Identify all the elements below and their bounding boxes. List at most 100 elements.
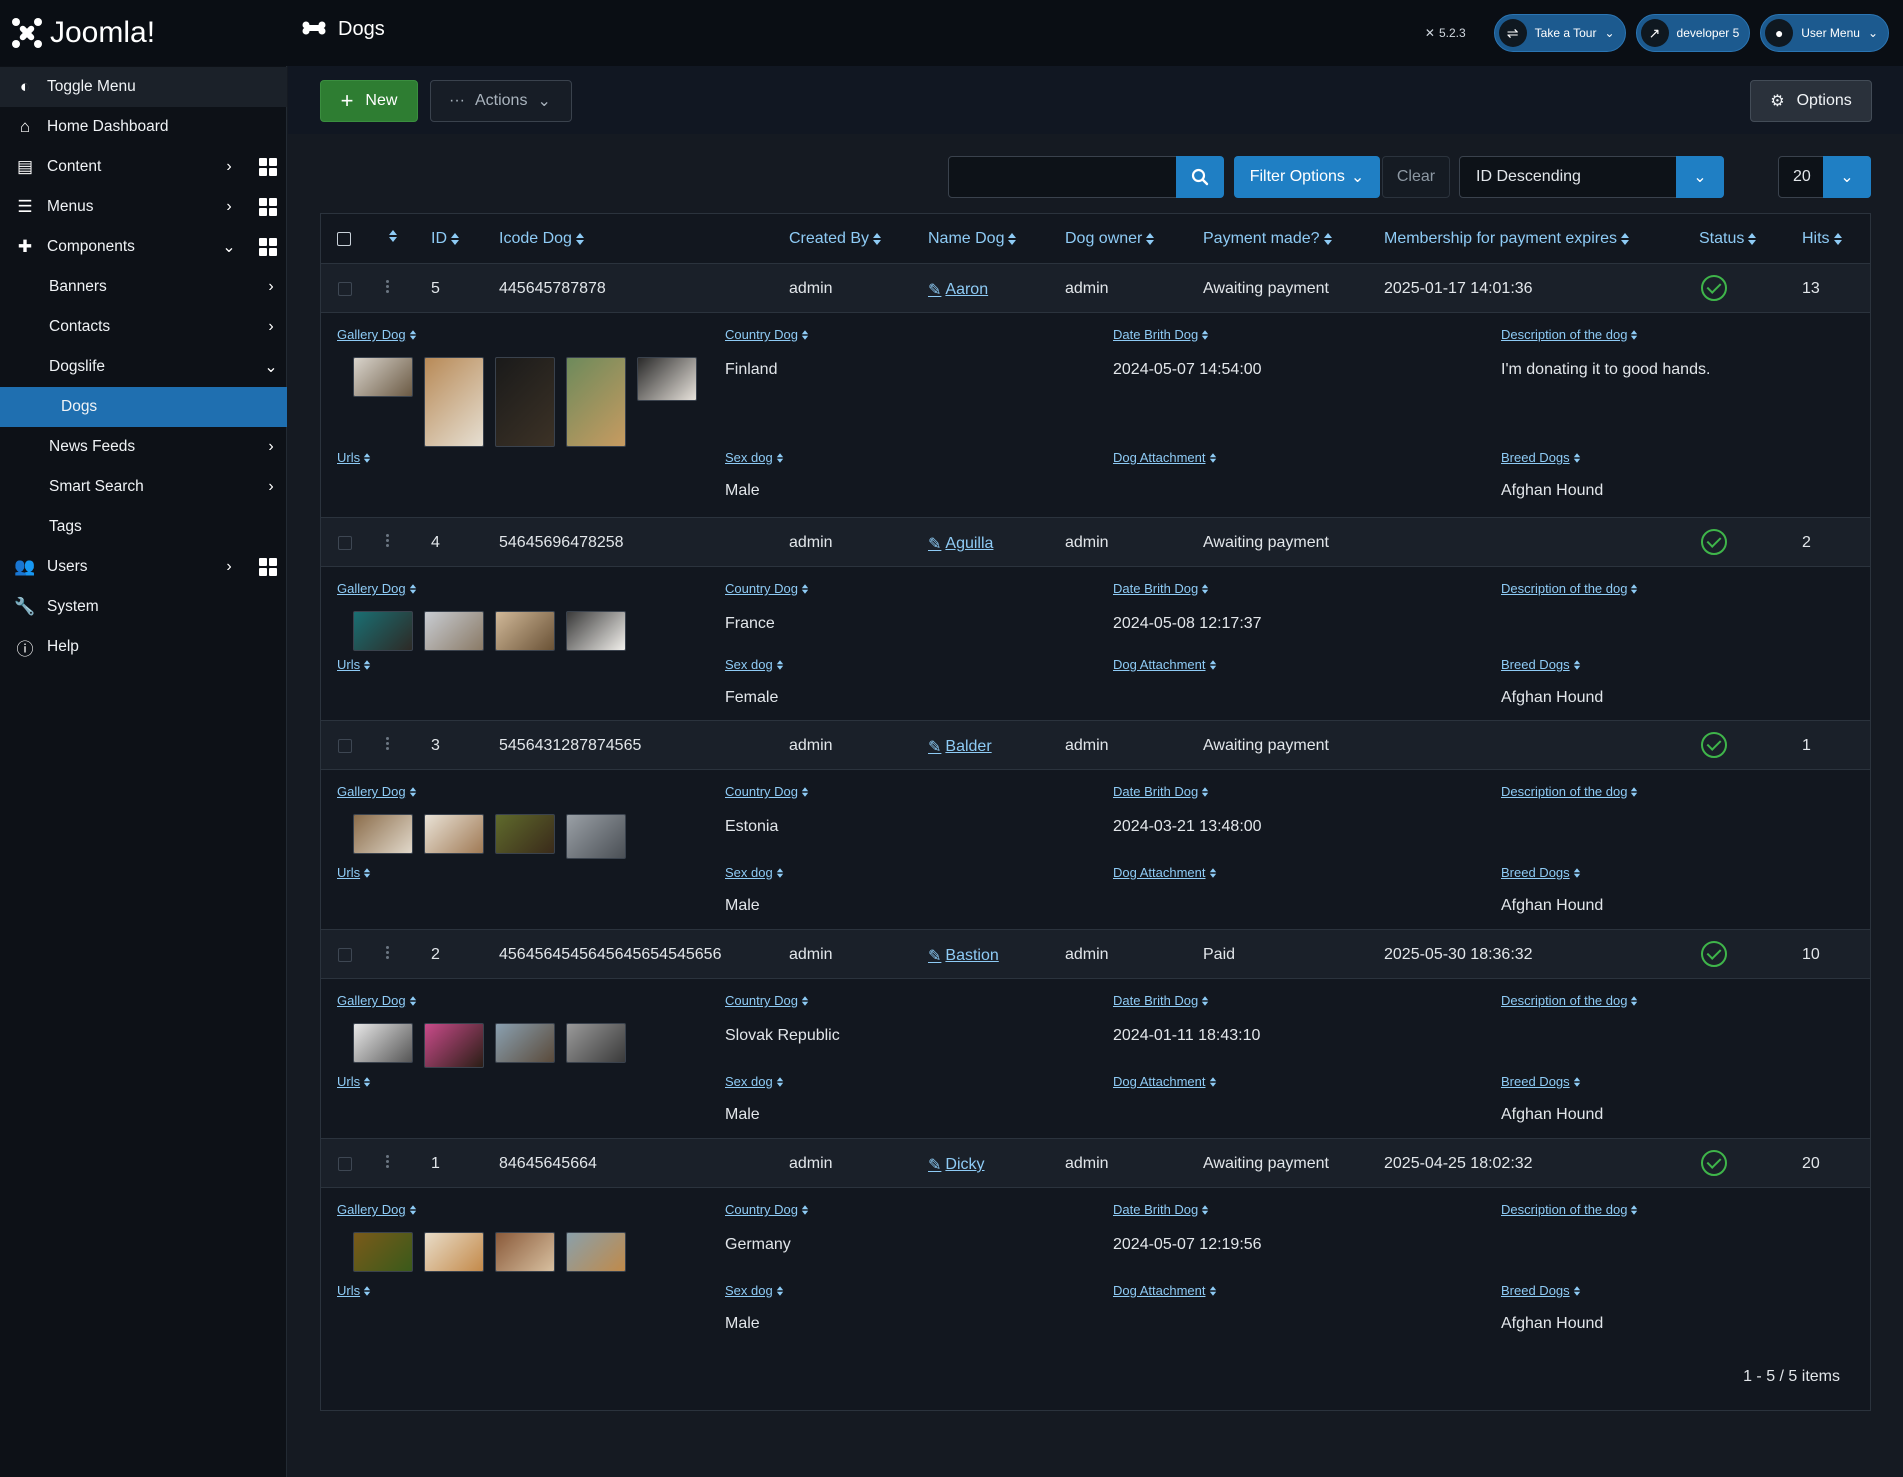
table-row[interactable]: 3 5456431287874565 admin ✎ Balder admin … xyxy=(321,720,1870,770)
sidebar-item-dogslife[interactable]: Dogslife ⌄ xyxy=(0,347,287,387)
header-created-by[interactable]: Created By xyxy=(789,230,882,248)
header-hits[interactable]: Hits xyxy=(1802,230,1842,248)
published-check-icon[interactable] xyxy=(1701,941,1727,967)
sidebar-item-contacts[interactable]: Contacts › xyxy=(0,307,287,347)
new-button[interactable]: + New xyxy=(320,80,418,122)
breed-sort-link[interactable]: Breed Dogs xyxy=(1501,450,1581,465)
gallery-thumbnail[interactable] xyxy=(495,1023,555,1063)
urls-sort-link[interactable]: Urls xyxy=(337,657,371,672)
gallery-sort-link[interactable]: Gallery Dog xyxy=(337,1202,417,1217)
header-name[interactable]: Name Dog xyxy=(928,230,1017,248)
drag-handle-icon[interactable] xyxy=(386,278,392,295)
description-sort-link[interactable]: Description of the dog xyxy=(1501,784,1638,799)
drag-handle-icon[interactable] xyxy=(386,735,392,752)
ordering-select[interactable]: ID Descending ⌄ xyxy=(1459,156,1724,198)
sidebar-item-newsfeeds[interactable]: News Feeds › xyxy=(0,427,287,467)
birth-sort-link[interactable]: Date Brith Dog xyxy=(1113,784,1209,799)
gallery-thumbnail[interactable] xyxy=(495,611,555,651)
gallery-thumbnail[interactable] xyxy=(495,1232,555,1272)
published-check-icon[interactable] xyxy=(1701,529,1727,555)
table-row[interactable]: 4 54645696478258 admin ✎ Aguilla admin A… xyxy=(321,517,1870,567)
gallery-thumbnail[interactable] xyxy=(566,1023,626,1063)
country-sort-link[interactable]: Country Dog xyxy=(725,993,809,1008)
joomla-logo[interactable]: Joomla! xyxy=(10,16,155,50)
actions-button[interactable]: ··· Actions ⌄ xyxy=(430,80,572,122)
sidebar-item-components[interactable]: ✚ Components ⌄ xyxy=(0,227,287,267)
row-checkbox[interactable] xyxy=(338,739,352,753)
sidebar-item-help[interactable]: ⓘ Help xyxy=(0,627,287,667)
gallery-thumbnail[interactable] xyxy=(353,357,413,397)
gallery-thumbnail[interactable] xyxy=(424,1023,484,1068)
row-checkbox[interactable] xyxy=(338,948,352,962)
dog-name-link[interactable]: ✎ Aguilla xyxy=(928,534,993,554)
gallery-sort-link[interactable]: Gallery Dog xyxy=(337,993,417,1008)
header-owner[interactable]: Dog owner xyxy=(1065,230,1155,248)
sidebar-item-users[interactable]: 👥 Users › xyxy=(0,547,287,587)
gallery-sort-link[interactable]: Gallery Dog xyxy=(337,784,417,799)
country-sort-link[interactable]: Country Dog xyxy=(725,581,809,596)
gallery-thumbnail[interactable] xyxy=(566,1232,626,1272)
dog-name-link[interactable]: ✎ Bastion xyxy=(928,946,999,966)
sex-sort-link[interactable]: Sex dog xyxy=(725,450,784,465)
country-sort-link[interactable]: Country Dog xyxy=(725,784,809,799)
drag-handle-icon[interactable] xyxy=(386,532,392,549)
filter-options-button[interactable]: Filter Options ⌄ xyxy=(1234,156,1380,198)
gallery-thumbnail[interactable] xyxy=(566,814,626,859)
urls-sort-link[interactable]: Urls xyxy=(337,865,371,880)
birth-sort-link[interactable]: Date Brith Dog xyxy=(1113,993,1209,1008)
birth-sort-link[interactable]: Date Brith Dog xyxy=(1113,327,1209,342)
search-input[interactable] xyxy=(948,156,1177,198)
sort-ordering-header[interactable] xyxy=(389,230,397,242)
site-link-button[interactable]: ↗ developer 5 xyxy=(1635,14,1751,52)
attachment-sort-link[interactable]: Dog Attachment xyxy=(1113,657,1217,672)
clear-button[interactable]: Clear xyxy=(1382,156,1450,198)
sex-sort-link[interactable]: Sex dog xyxy=(725,865,784,880)
table-row[interactable]: 2 4564564545645645654545656 admin ✎ Bast… xyxy=(321,929,1870,979)
attachment-sort-link[interactable]: Dog Attachment xyxy=(1113,1283,1217,1298)
gallery-thumbnail[interactable] xyxy=(353,1023,413,1063)
header-payment[interactable]: Payment made? xyxy=(1203,230,1332,248)
gallery-thumbnail[interactable] xyxy=(495,814,555,854)
published-check-icon[interactable] xyxy=(1701,732,1727,758)
gallery-sort-link[interactable]: Gallery Dog xyxy=(337,581,417,596)
breed-sort-link[interactable]: Breed Dogs xyxy=(1501,1283,1581,1298)
drag-handle-icon[interactable] xyxy=(386,1153,392,1170)
published-check-icon[interactable] xyxy=(1701,275,1727,301)
breed-sort-link[interactable]: Breed Dogs xyxy=(1501,1074,1581,1089)
dog-name-link[interactable]: ✎ Aaron xyxy=(928,280,988,300)
gallery-thumbnail[interactable] xyxy=(353,814,413,854)
sidebar-item-content[interactable]: ▤ Content › xyxy=(0,147,287,187)
breed-sort-link[interactable]: Breed Dogs xyxy=(1501,865,1581,880)
dashboard-grid-icon[interactable] xyxy=(259,558,277,576)
user-menu-button[interactable]: ● User Menu ⌄ xyxy=(1760,14,1889,52)
sex-sort-link[interactable]: Sex dog xyxy=(725,1074,784,1089)
gallery-thumbnail[interactable] xyxy=(566,611,626,651)
row-checkbox[interactable] xyxy=(338,282,352,296)
country-sort-link[interactable]: Country Dog xyxy=(725,327,809,342)
options-button[interactable]: ⚙ Options xyxy=(1750,80,1872,122)
limit-select[interactable]: 20 ⌄ xyxy=(1778,156,1871,198)
take-tour-button[interactable]: ⇌ Take a Tour ⌄ xyxy=(1493,14,1626,52)
gallery-thumbnail[interactable] xyxy=(495,357,555,447)
sidebar-item-dogs[interactable]: Dogs xyxy=(0,387,287,427)
breed-sort-link[interactable]: Breed Dogs xyxy=(1501,657,1581,672)
gallery-thumbnail[interactable] xyxy=(353,1232,413,1272)
header-id[interactable]: ID xyxy=(431,230,459,248)
gallery-thumbnail[interactable] xyxy=(566,357,626,447)
urls-sort-link[interactable]: Urls xyxy=(337,450,371,465)
header-membership[interactable]: Membership for payment expires xyxy=(1384,230,1629,248)
dog-name-link[interactable]: ✎ Balder xyxy=(928,737,992,757)
sex-sort-link[interactable]: Sex dog xyxy=(725,1283,784,1298)
header-status[interactable]: Status xyxy=(1699,230,1757,248)
table-row[interactable]: 1 84645645664 admin ✎ Dicky admin Awaiti… xyxy=(321,1138,1870,1188)
attachment-sort-link[interactable]: Dog Attachment xyxy=(1113,450,1217,465)
gallery-thumbnail[interactable] xyxy=(424,357,484,447)
sidebar-item-smartsearch[interactable]: Smart Search › xyxy=(0,467,287,507)
sidebar-item-banners[interactable]: Banners › xyxy=(0,267,287,307)
urls-sort-link[interactable]: Urls xyxy=(337,1283,371,1298)
published-check-icon[interactable] xyxy=(1701,1150,1727,1176)
select-all-checkbox[interactable] xyxy=(337,232,351,246)
sex-sort-link[interactable]: Sex dog xyxy=(725,657,784,672)
dashboard-grid-icon[interactable] xyxy=(259,158,277,176)
urls-sort-link[interactable]: Urls xyxy=(337,1074,371,1089)
